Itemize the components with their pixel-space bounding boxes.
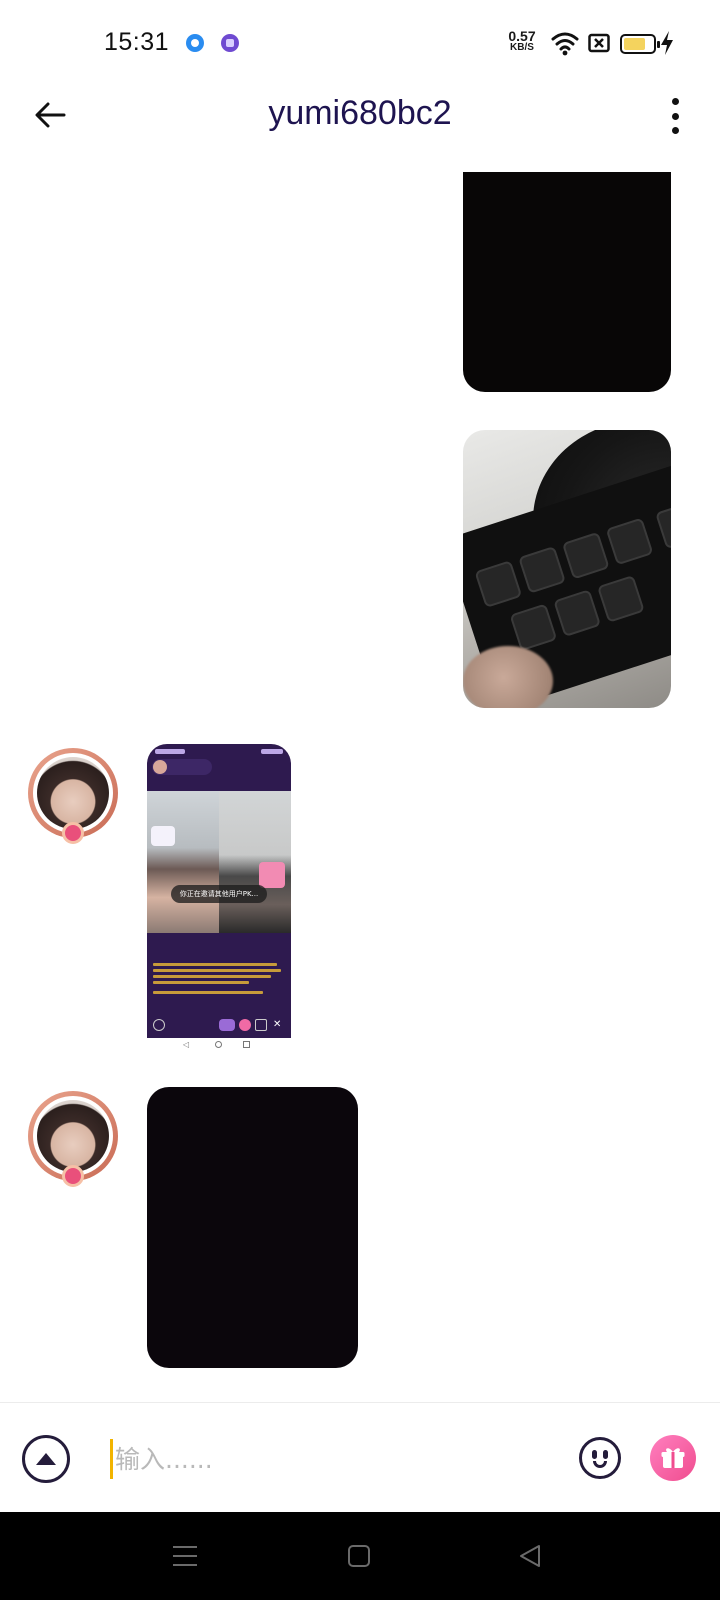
network-speed: 0.57 KB/S bbox=[505, 28, 539, 54]
status-time: 15:31 bbox=[104, 28, 170, 56]
screenshot-gift-badge bbox=[259, 862, 285, 888]
more-options-button[interactable] bbox=[660, 94, 690, 138]
emoji-button[interactable] bbox=[579, 1437, 621, 1479]
sim-disabled-icon bbox=[588, 33, 610, 53]
smiley-face-icon bbox=[593, 1461, 607, 1468]
system-navigation-bar bbox=[0, 1512, 720, 1600]
network-speed-unit: KB/S bbox=[510, 42, 534, 53]
finger-shape bbox=[463, 646, 553, 708]
network-speed-value: 0.57 bbox=[508, 28, 536, 44]
screenshot-notice-block bbox=[153, 960, 285, 1008]
screenshot-nav-strip: ◁ bbox=[147, 1038, 291, 1052]
home-icon[interactable] bbox=[347, 1544, 371, 1568]
screenshot-pk-toast: 你正在邀请其他用户PK... bbox=[171, 885, 267, 903]
more-dot-icon bbox=[671, 127, 679, 134]
menu-icon[interactable] bbox=[172, 1544, 198, 1568]
more-dot-icon bbox=[671, 98, 679, 105]
avatar-level-badge bbox=[62, 1165, 84, 1187]
screenshot-host-chip bbox=[152, 759, 212, 775]
contact-avatar[interactable] bbox=[28, 1091, 118, 1187]
expand-panel-button[interactable] bbox=[22, 1435, 70, 1483]
screenshot-bottom-bar: ✕ bbox=[147, 1014, 291, 1038]
app-notification-icon-2 bbox=[221, 34, 239, 52]
sent-image-message-keyboard[interactable] bbox=[463, 430, 671, 708]
message-input-bar bbox=[0, 1402, 720, 1512]
screenshot-status-bar bbox=[155, 749, 283, 754]
charging-bolt-icon bbox=[661, 31, 673, 55]
chat-title: yumi680bc2 bbox=[268, 94, 452, 132]
triangle-up-icon bbox=[36, 1453, 56, 1465]
status-bar: 15:31 0.57 KB/S bbox=[0, 0, 720, 90]
received-screenshot-message[interactable]: 你正在邀请其他用户PK... ✕ bbox=[147, 744, 291, 1038]
gift-icon bbox=[661, 1448, 685, 1468]
wifi-icon bbox=[551, 32, 579, 56]
contact-avatar[interactable] bbox=[28, 748, 118, 844]
app-notification-icon bbox=[186, 34, 204, 52]
screenshot-left-video bbox=[147, 791, 219, 933]
gift-button[interactable] bbox=[650, 1435, 696, 1481]
screenshot-coin-badge bbox=[151, 826, 175, 846]
message-input[interactable] bbox=[110, 1439, 550, 1479]
chat-header: yumi680bc2 bbox=[0, 80, 720, 170]
avatar-level-badge bbox=[62, 822, 84, 844]
more-dot-icon bbox=[671, 112, 679, 120]
battery-icon bbox=[620, 34, 660, 54]
back-triangle-icon[interactable] bbox=[518, 1544, 542, 1568]
received-image-message[interactable] bbox=[147, 1087, 358, 1368]
sent-image-message[interactable] bbox=[463, 172, 671, 392]
